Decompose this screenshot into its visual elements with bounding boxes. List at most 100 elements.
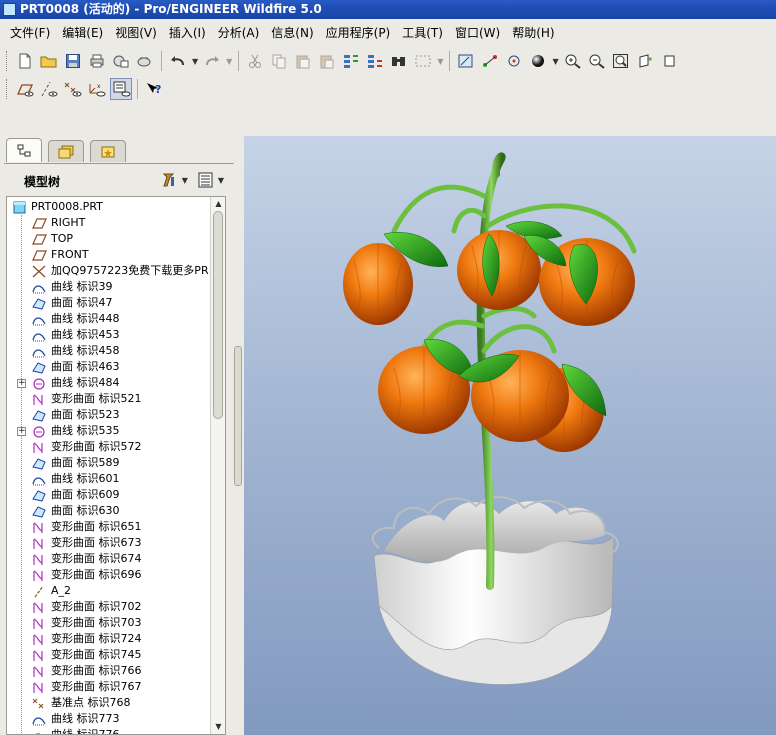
toolbar-grip[interactable] — [6, 79, 9, 99]
model-tree[interactable]: PRT0008.PRT RIGHT TOP FRONT 加QQ9757223免费下载更… — [6, 196, 226, 735]
paste-icon[interactable] — [292, 50, 314, 72]
redo-icon[interactable] — [201, 50, 223, 72]
menu-tools[interactable]: 工具(T) — [396, 24, 449, 41]
tree-item[interactable]: + 曲线 标识535 — [7, 423, 211, 439]
context-help-icon[interactable]: ? — [143, 78, 165, 100]
menu-edit[interactable]: 编辑(E) — [56, 24, 109, 41]
tree-item[interactable]: RIGHT — [7, 215, 211, 231]
display-style-icon[interactable] — [527, 50, 549, 72]
panel-splitter[interactable] — [234, 346, 242, 486]
tree-item[interactable]: 变形曲面 标识766 — [7, 663, 211, 679]
cut-icon[interactable] — [244, 50, 266, 72]
email-icon[interactable] — [110, 50, 132, 72]
tree-item[interactable]: 变形曲面 标识673 — [7, 535, 211, 551]
tree-columns-icon[interactable] — [196, 171, 216, 189]
folder-browser-tab[interactable] — [48, 140, 84, 162]
coordinate-system-display-icon[interactable]: x — [86, 78, 108, 100]
refit-icon[interactable] — [610, 50, 632, 72]
tree-item[interactable]: 变形曲面 标识696 — [7, 567, 211, 583]
tree-item[interactable]: 基准点 标识768 — [7, 695, 211, 711]
menu-window[interactable]: 窗口(W) — [449, 24, 506, 41]
tree-item[interactable]: 变形曲面 标识651 — [7, 519, 211, 535]
tree-item[interactable]: FRONT — [7, 247, 211, 263]
tree-item[interactable]: 变形曲面 标识724 — [7, 631, 211, 647]
datum-axis-display-icon[interactable] — [38, 78, 60, 100]
tree-item[interactable]: 曲面 标识609 — [7, 487, 211, 503]
tree-item[interactable]: 曲线 标识776 — [7, 727, 211, 734]
select-dropdown-icon[interactable]: ▼ — [437, 57, 443, 66]
tree-item[interactable]: 曲线 标识773 — [7, 711, 211, 727]
tree-item[interactable]: 变形曲面 标识703 — [7, 615, 211, 631]
paste-special-icon[interactable] — [316, 50, 338, 72]
graphics-window[interactable] — [244, 136, 776, 735]
tree-item[interactable]: 曲线 标识458 — [7, 343, 211, 359]
copy-icon[interactable] — [268, 50, 290, 72]
favorites-tab[interactable] — [90, 140, 126, 162]
saved-views-icon[interactable] — [658, 50, 680, 72]
tree-item-label: RIGHT — [51, 216, 86, 229]
undo-icon[interactable] — [167, 50, 189, 72]
menu-file[interactable]: 文件(F) — [4, 24, 56, 41]
datum-display-icon[interactable] — [479, 50, 501, 72]
scroll-up-icon[interactable]: ▲ — [211, 197, 225, 211]
tree-item[interactable]: 变形曲面 标识572 — [7, 439, 211, 455]
tree-item[interactable]: 曲线 标识453 — [7, 327, 211, 343]
spin-center-icon[interactable] — [503, 50, 525, 72]
menu-insert[interactable]: 插入(I) — [163, 24, 212, 41]
orient-icon[interactable] — [634, 50, 656, 72]
tree-item[interactable]: 曲面 标识523 — [7, 407, 211, 423]
undo-dropdown-icon[interactable]: ▼ — [192, 57, 198, 66]
menu-analysis[interactable]: 分析(A) — [212, 24, 266, 41]
zoom-out-icon[interactable] — [586, 50, 608, 72]
toolbar-grip[interactable] — [6, 51, 9, 71]
new-file-icon[interactable] — [14, 50, 36, 72]
tree-columns-dropdown-icon[interactable]: ▼ — [218, 176, 224, 185]
datum-point-display-icon[interactable] — [62, 78, 84, 100]
tree-item[interactable]: 曲面 标识463 — [7, 359, 211, 375]
tree-item[interactable]: 变形曲面 标识521 — [7, 391, 211, 407]
tree-item[interactable]: + 曲线 标识484 — [7, 375, 211, 391]
menu-applications[interactable]: 应用程序(P) — [320, 24, 397, 41]
model-tree-tab[interactable] — [6, 138, 42, 162]
select-box-icon[interactable] — [412, 50, 434, 72]
tree-expand-icon[interactable]: + — [17, 379, 26, 388]
annotation-display-icon[interactable] — [110, 78, 132, 100]
print-preview-icon[interactable] — [134, 50, 156, 72]
tree-item[interactable]: 变形曲面 标识745 — [7, 647, 211, 663]
menu-info[interactable]: 信息(N) — [265, 24, 319, 41]
tree-item[interactable]: 曲面 标识589 — [7, 455, 211, 471]
tree-item[interactable]: TOP — [7, 231, 211, 247]
tree-settings-dropdown-icon[interactable]: ▼ — [182, 176, 188, 185]
redo-dropdown-icon[interactable]: ▼ — [226, 57, 232, 66]
open-file-icon[interactable] — [38, 50, 60, 72]
tree-scrollbar[interactable]: ▲ ▼ — [210, 197, 225, 734]
tree-item[interactable]: 曲面 标识630 — [7, 503, 211, 519]
tree-item[interactable]: 变形曲面 标识767 — [7, 679, 211, 695]
tree-expand-icon[interactable]: + — [17, 427, 26, 436]
find-icon[interactable] — [388, 50, 410, 72]
menu-help[interactable]: 帮助(H) — [506, 24, 560, 41]
zoom-in-icon[interactable] — [562, 50, 584, 72]
tree-item[interactable]: 变形曲面 标识674 — [7, 551, 211, 567]
regen-manager-icon[interactable] — [364, 50, 386, 72]
save-icon[interactable] — [62, 50, 84, 72]
regenerate-icon[interactable] — [340, 50, 362, 72]
curve-group-icon — [31, 425, 47, 438]
tree-item[interactable]: 曲线 标识39 — [7, 279, 211, 295]
tree-item[interactable]: 曲面 标识47 — [7, 295, 211, 311]
tree-root[interactable]: PRT0008.PRT — [7, 199, 211, 215]
tree-item[interactable]: 变形曲面 标识702 — [7, 599, 211, 615]
print-icon[interactable] — [86, 50, 108, 72]
display-dropdown-icon[interactable]: ▼ — [552, 57, 558, 66]
toolbar-separator — [161, 51, 162, 71]
tree-item[interactable]: 加QQ9757223免费下载更多PR — [7, 263, 211, 279]
scroll-thumb[interactable] — [213, 211, 223, 419]
scroll-down-icon[interactable]: ▼ — [211, 720, 225, 734]
tree-item[interactable]: A_2 — [7, 583, 211, 599]
tree-item[interactable]: 曲线 标识448 — [7, 311, 211, 327]
menu-view[interactable]: 视图(V) — [109, 24, 163, 41]
tree-item[interactable]: 曲线 标识601 — [7, 471, 211, 487]
datum-plane-display-icon[interactable] — [14, 78, 36, 100]
tree-settings-icon[interactable] — [160, 171, 180, 189]
view-manager-icon[interactable] — [455, 50, 477, 72]
